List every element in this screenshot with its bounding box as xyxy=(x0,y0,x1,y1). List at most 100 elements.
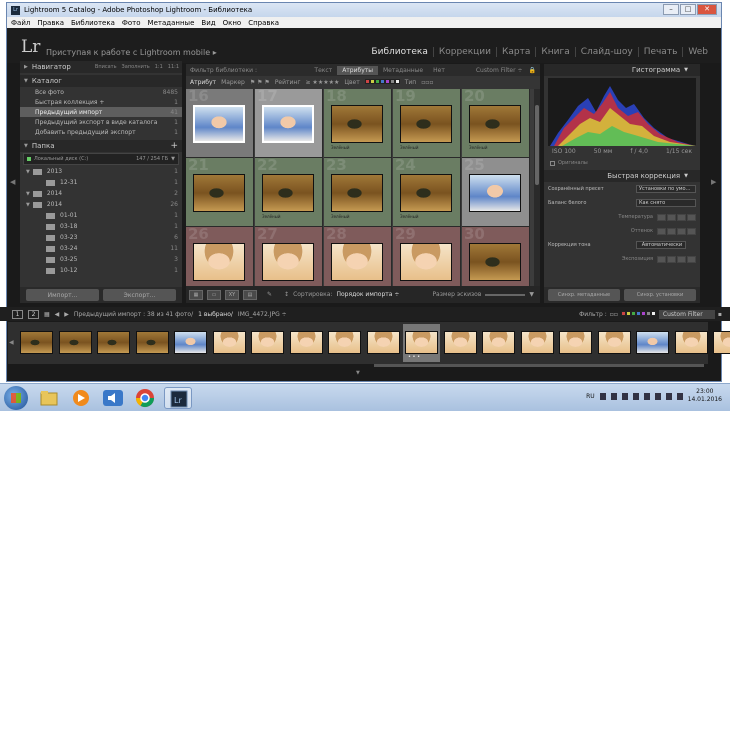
catalog-item[interactable]: Все фото 8485 xyxy=(20,87,182,97)
grid-cell[interactable]: 30 xyxy=(462,225,530,286)
menu-library[interactable]: Библиотека xyxy=(71,19,115,27)
tray-flag-icon[interactable] xyxy=(610,392,617,400)
sort-select[interactable]: Порядок импорта ÷ xyxy=(336,291,399,298)
taskbar-volume-mixer[interactable] xyxy=(99,387,127,409)
grid-cell[interactable]: 29 xyxy=(393,225,461,286)
tray-app3-icon[interactable] xyxy=(665,392,672,400)
grid-cell[interactable]: 18 Зелёный xyxy=(324,89,392,158)
spray-can-icon[interactable]: ✎ xyxy=(267,291,272,298)
filmstrip-thumb[interactable] xyxy=(365,324,402,362)
grid-cell[interactable]: 21 xyxy=(186,156,254,227)
module-slideshow[interactable]: Слайд-шоу xyxy=(574,47,638,57)
filmstrip-thumb[interactable] xyxy=(673,324,710,362)
import-button[interactable]: Импорт... xyxy=(26,289,99,301)
left-panel-toggle-icon[interactable]: ◀ xyxy=(10,178,15,186)
right-panel-toggle-icon[interactable]: ▶ xyxy=(711,178,716,186)
folder-item[interactable]: ▼ 2014 2 xyxy=(20,188,182,199)
start-button[interactable] xyxy=(4,386,28,410)
filmstrip-thumb[interactable] xyxy=(634,324,671,362)
tray-app-icon[interactable] xyxy=(643,392,650,400)
menu-edit[interactable]: Правка xyxy=(37,19,64,27)
catalog-item[interactable]: Быстрая коллекция +1 xyxy=(20,97,182,107)
selected-file[interactable]: IMG_4472.JPG ÷ xyxy=(238,311,287,318)
color-label-swatches[interactable] xyxy=(364,79,400,86)
folder-item[interactable]: ▼ 2014 26 xyxy=(20,199,182,210)
menu-window[interactable]: Окно xyxy=(223,19,242,27)
source-path[interactable]: Предыдущий импорт : 38 из 41 фото/ xyxy=(74,311,193,318)
filmstrip-thumb[interactable] xyxy=(711,324,730,362)
folder-item[interactable]: 03-25 3 xyxy=(20,254,182,265)
filmstrip-thumb[interactable] xyxy=(95,324,132,362)
photo-thumbnail[interactable] xyxy=(469,243,521,281)
grid-cell[interactable]: 25 xyxy=(462,156,530,227)
filmstrip-thumb[interactable]: • • • xyxy=(403,324,440,362)
taskbar-clock[interactable]: 23:00 14.01.2016 xyxy=(688,388,722,404)
grid-cell[interactable]: 23 Зелёный xyxy=(324,156,392,227)
photo-thumbnail[interactable] xyxy=(469,105,521,143)
bottom-panel-toggle-icon[interactable]: ▼ xyxy=(356,370,360,376)
module-library[interactable]: Библиотека xyxy=(366,47,432,57)
filmstrip-scrollbar[interactable] xyxy=(374,364,704,367)
volume-disk-c[interactable]: Локальный диск (C:) 147 / 254 ГБ ▼ xyxy=(23,153,179,165)
original-photo-checkbox[interactable]: Оригиналы xyxy=(544,158,700,168)
close-button[interactable]: ✕ xyxy=(697,4,717,15)
filter-tab-none[interactable]: Нет xyxy=(428,66,450,75)
nav-fit[interactable]: Вписать xyxy=(95,64,117,70)
menu-help[interactable]: Справка xyxy=(248,19,279,27)
grid-cell[interactable]: 26 xyxy=(186,225,254,286)
photo-thumbnail[interactable] xyxy=(400,174,452,212)
nav-1-1[interactable]: 1:1 xyxy=(155,64,163,70)
filter-tab-attribute[interactable]: Атрибуты xyxy=(337,65,378,75)
compare-view-icon[interactable]: XY xyxy=(225,289,239,300)
photo-thumbnail[interactable] xyxy=(262,243,314,281)
grid-cell[interactable]: 19 Зелёный xyxy=(393,89,461,158)
maximize-button[interactable]: □ xyxy=(680,4,696,15)
saved-preset-select[interactable]: Установки по умо... xyxy=(636,185,696,193)
minimize-button[interactable]: – xyxy=(663,4,679,15)
grid-icon[interactable]: ▦ xyxy=(44,311,50,318)
nav-11-1[interactable]: 11:1 xyxy=(168,64,179,70)
folder-item[interactable]: 01-01 1 xyxy=(20,210,182,221)
catalog-header[interactable]: ▼ Каталог xyxy=(20,75,182,87)
filter-flag-icons[interactable]: ▫▫ xyxy=(610,311,618,318)
module-web[interactable]: Web xyxy=(682,47,713,57)
survey-view-icon[interactable]: ▤ xyxy=(243,289,257,300)
white-balance-select[interactable]: Как снято xyxy=(636,199,696,207)
sort-direction-icon[interactable]: ↕ xyxy=(284,291,289,298)
photo-thumbnail[interactable] xyxy=(193,105,245,143)
type-icons[interactable]: ▫▫▫ xyxy=(421,79,433,86)
photo-thumbnail[interactable] xyxy=(400,243,452,281)
filmstrip-thumb[interactable] xyxy=(288,324,325,362)
add-folder-button[interactable]: + xyxy=(170,141,178,151)
folder-item[interactable]: 03-18 1 xyxy=(20,221,182,232)
folder-item[interactable]: 03-23 6 xyxy=(20,232,182,243)
filmstrip-thumb[interactable] xyxy=(172,324,209,362)
filmstrip-thumb[interactable] xyxy=(596,324,633,362)
second-window-button[interactable]: 2 xyxy=(28,309,39,319)
tray-speaker-icon[interactable] xyxy=(632,392,639,400)
grid-cell[interactable]: 20 Зелёный xyxy=(462,89,530,158)
folder-item[interactable]: 10-12 1 xyxy=(20,265,182,276)
main-window-button[interactable]: 1 xyxy=(12,309,23,319)
forward-arrow-icon[interactable]: ▶ xyxy=(64,311,69,318)
taskbar-media-player[interactable] xyxy=(67,387,95,409)
navigator-header[interactable]: ▶ Навигатор Вписать Заполнить 1:1 11:1 xyxy=(20,61,182,73)
folder-item[interactable]: 03-24 11 xyxy=(20,243,182,254)
grid-cell[interactable]: 24 Зелёный xyxy=(393,156,461,227)
catalog-item[interactable]: Предыдущий экспорт в виде каталога 1 xyxy=(20,117,182,127)
lock-icon[interactable]: 🔒 xyxy=(529,67,536,74)
grid-cell[interactable]: 27 xyxy=(255,225,323,286)
photo-thumbnail[interactable] xyxy=(331,105,383,143)
auto-tone-button[interactable]: Автоматически xyxy=(636,241,686,249)
quick-develop-header[interactable]: Быстрая коррекция ▼ xyxy=(544,170,700,182)
rating-stars[interactable]: ≥ ★★★★★ xyxy=(306,79,340,86)
menu-file[interactable]: Файл xyxy=(11,19,30,27)
export-button[interactable]: Экспорт... xyxy=(103,289,176,301)
histogram-header[interactable]: Гистограмма ▼ xyxy=(544,64,700,76)
grid-cell[interactable]: 28 xyxy=(324,225,392,286)
photo-thumbnail[interactable] xyxy=(193,243,245,281)
back-arrow-icon[interactable]: ◀ xyxy=(55,311,60,318)
filter-tab-text[interactable]: Текст xyxy=(309,66,337,75)
filmstrip-thumb[interactable] xyxy=(18,324,55,362)
filmstrip-thumb[interactable] xyxy=(57,324,94,362)
